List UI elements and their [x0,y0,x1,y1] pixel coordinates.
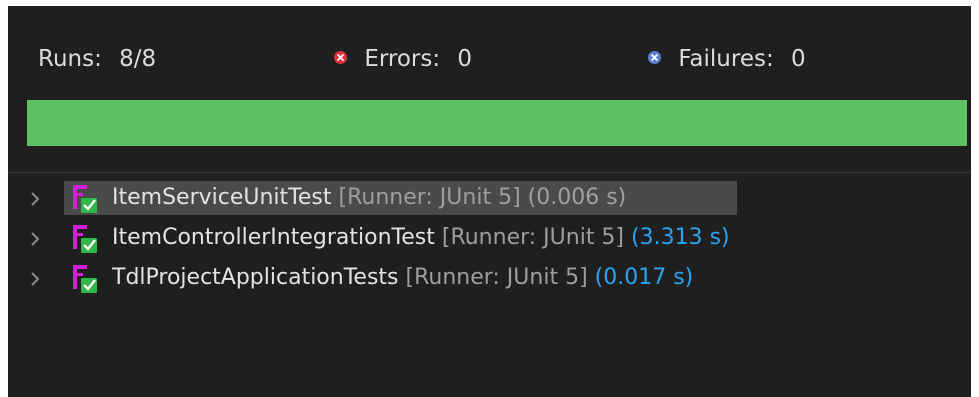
runs-value: 8/8 [119,46,157,72]
test-class-passed-icon [73,225,97,253]
test-tree-row-tdl-project-application-tests[interactable]: TdlProjectApplicationTests [Runner: JUni… [8,258,971,298]
test-class-passed-icon [73,185,97,213]
failure-x-icon [648,51,661,64]
failures-counter: Failures: 0 [648,41,806,77]
chevron-right-icon[interactable] [28,191,42,207]
failures-value: 0 [791,46,806,72]
failures-label: Failures: [678,46,774,72]
test-row-label: ItemControllerIntegrationTest [Runner: J… [112,218,730,258]
test-class-name: ItemServiceUnitTest [112,185,332,210]
test-duration: (0.017 s) [594,265,694,290]
chevron-right-icon[interactable] [28,271,42,287]
test-progress-bar [27,100,967,146]
runs-label: Runs: [38,46,102,72]
test-summary: Runs: 8/8 Errors: 0 Failures: 0 [8,41,971,77]
errors-value: 0 [457,46,473,72]
chevron-right-icon[interactable] [28,231,42,247]
test-tree-row-item-service-unit-test[interactable]: ItemServiceUnitTest [Runner: JUnit 5] (0… [8,178,971,218]
test-class-name: TdlProjectApplicationTests [112,265,399,290]
panel-divider [8,172,971,173]
test-runner: [Runner: JUnit 5] [338,185,521,210]
test-duration: (0.006 s) [527,185,627,210]
test-runner: [Runner: JUnit 5] [405,265,588,290]
errors-counter: Errors: 0 [334,41,472,77]
error-x-icon [334,51,347,64]
test-row-label: TdlProjectApplicationTests [Runner: JUni… [112,258,693,298]
progress-bar-fill [27,100,967,146]
test-class-passed-icon [73,265,97,293]
runs-counter: Runs: 8/8 [38,41,156,77]
test-tree-row-item-controller-integration-test[interactable]: ItemControllerIntegrationTest [Runner: J… [8,218,971,258]
test-row-label: ItemServiceUnitTest [Runner: JUnit 5] (0… [112,178,626,218]
test-runner: [Runner: JUnit 5] [441,225,625,250]
errors-label: Errors: [364,46,441,72]
test-duration: (3.313 s) [631,225,730,250]
test-class-name: ItemControllerIntegrationTest [112,225,435,250]
junit-panel: Runs: 8/8 Errors: 0 Failures: 0 ItemServ… [8,6,971,397]
